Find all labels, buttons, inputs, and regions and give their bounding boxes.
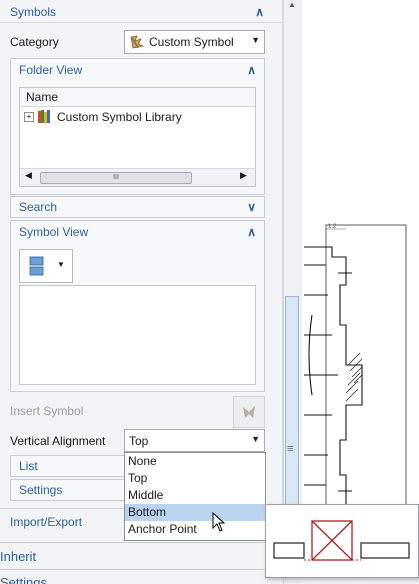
chevron-up-icon[interactable]: ∧ <box>247 221 256 243</box>
category-select[interactable]: Custom Symbol ▼ <box>124 30 265 54</box>
search-title: Search <box>19 200 58 214</box>
image-icon <box>29 256 44 276</box>
symbols-section-header[interactable]: Symbols ∧ <box>10 1 272 23</box>
drawing-canvas: 1.2 <box>302 215 419 543</box>
insert-symbol-label: Insert Symbol <box>10 404 84 418</box>
name-header-label: Name <box>26 90 59 104</box>
chevron-up-icon[interactable]: ∧ <box>255 1 264 23</box>
insert-symbol-icon <box>243 406 255 418</box>
symbol-preview-area <box>19 285 256 385</box>
vertical-alignment-dropdown[interactable]: None Top Middle Bottom Anchor Point <box>124 452 266 541</box>
symbol-icon <box>130 35 145 49</box>
chevron-down-icon: ▼ <box>251 35 260 45</box>
list-title: List <box>19 459 38 473</box>
horizontal-scrollbar[interactable]: ◀ III ▶ <box>20 168 255 186</box>
import-export-title: Import/Export <box>10 515 83 529</box>
option-top[interactable]: Top <box>125 470 265 487</box>
settings-title: Settings <box>19 483 63 497</box>
chevron-down-icon: ▼ <box>251 434 260 444</box>
vertical-scrollbar-thumb[interactable]: ≡ <box>285 296 299 518</box>
chevron-down-icon[interactable]: ∨ <box>247 196 256 218</box>
settings-bottom-title: Settings <box>0 575 47 584</box>
alignment-preview-tooltip <box>265 504 419 578</box>
symbol-view-section: Symbol View ∧ ▼ <box>10 220 265 392</box>
insert-symbol-button[interactable] <box>233 396 265 428</box>
vertical-alignment-label: Vertical Alignment <box>10 434 106 448</box>
option-anchor-point[interactable]: Anchor Point <box>125 521 265 538</box>
folder-tree[interactable]: Name + Custom Symbol Library ◀ III ▶ <box>19 87 256 187</box>
name-column-header[interactable]: Name <box>20 88 255 107</box>
tree-item-label: Custom Symbol Library <box>57 110 182 124</box>
search-section[interactable]: Search ∨ <box>10 196 265 218</box>
vertical-alignment-value: Top <box>129 434 149 448</box>
category-value: Custom Symbol <box>149 35 234 49</box>
symbol-view-title: Symbol View <box>19 225 89 239</box>
expand-icon[interactable]: + <box>24 112 34 122</box>
vertical-alignment-select[interactable]: Top ▼ <box>124 429 265 452</box>
chevron-up-icon[interactable]: ∧ <box>247 59 256 81</box>
dimension-label: 1.2 <box>328 224 337 230</box>
tree-item-custom-symbol-library[interactable]: + Custom Symbol Library <box>24 109 250 125</box>
scroll-grip: ≡ <box>287 443 294 455</box>
inherit-title: Inherit <box>0 549 37 564</box>
symbols-title: Symbols <box>10 5 57 19</box>
folder-view-title: Folder View <box>19 63 83 77</box>
scroll-right-icon[interactable]: ▶ <box>240 170 247 181</box>
alignment-preview-graphic <box>273 520 410 561</box>
folder-view-header[interactable]: Folder View ∧ <box>19 59 264 81</box>
search-header[interactable]: Search ∨ <box>19 196 264 218</box>
folder-view-section: Folder View ∧ Name + Custom Symbol Libra… <box>10 58 265 195</box>
scroll-grip: III <box>113 174 119 181</box>
chevron-down-icon: ▼ <box>57 260 65 269</box>
divider <box>0 22 282 23</box>
library-icon <box>38 110 50 123</box>
scroll-left-icon[interactable]: ◀ <box>25 170 32 181</box>
option-bottom[interactable]: Bottom <box>125 504 265 521</box>
view-mode-dropdown[interactable]: ▼ <box>19 249 73 283</box>
cursor-icon <box>212 512 226 532</box>
scroll-up-icon[interactable]: ▲ <box>288 0 296 9</box>
option-none[interactable]: None <box>125 453 265 470</box>
scrollbar-thumb[interactable]: III <box>40 172 192 184</box>
category-label: Category <box>10 35 59 49</box>
option-middle[interactable]: Middle <box>125 487 265 504</box>
symbol-view-header[interactable]: Symbol View ∧ <box>19 221 264 243</box>
